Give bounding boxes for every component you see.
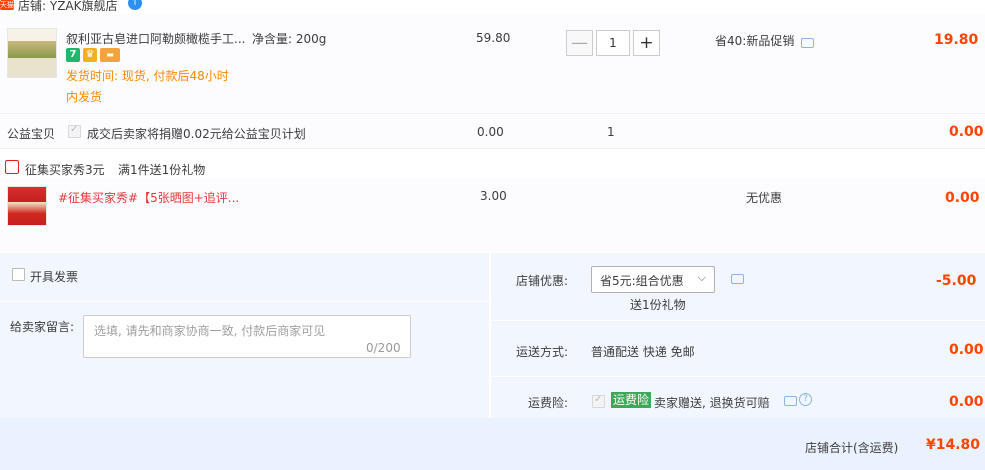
charity-subtotal: 0.00 — [949, 124, 984, 140]
note-placeholder: 选填, 请先和商家协商一致, 付款后商家可见 — [94, 324, 326, 338]
seller-note-textarea[interactable]: 选填, 请先和商家协商一致, 付款后商家可见 — [83, 315, 411, 358]
charity-checkbox[interactable] — [68, 124, 81, 138]
credit-card-icon: ▬ — [100, 48, 120, 62]
invoice-checkbox[interactable] — [12, 268, 25, 281]
insurance-badge-wrap: 运费险 — [611, 392, 652, 408]
item-subtotal: 19.80 — [934, 32, 979, 48]
gift-promo-detail: 满1件送1份礼物 — [118, 163, 206, 177]
gift-item-price: 3.00 — [480, 189, 507, 203]
gift-item-promo: 无优惠 — [746, 191, 783, 205]
discount-divider — [491, 320, 985, 321]
shipping-label: 运送方式: — [516, 345, 569, 359]
note-label: 给卖家留言: — [10, 320, 75, 334]
gift-item-title[interactable]: #征集买家秀#【5张晒图+追评... — [58, 189, 239, 206]
tmall-badge: 天猫 — [0, 0, 14, 10]
invoice-divider — [0, 301, 489, 302]
shop-total-label: 店铺合计(含运费) — [805, 441, 899, 455]
quantity-increase-button[interactable]: + — [633, 30, 660, 56]
shipping-divider — [491, 376, 985, 377]
gift-promo-title: 征集买家秀3元 — [25, 163, 105, 177]
help-icon[interactable]: ? — [799, 393, 812, 406]
insurance-value: 0.00 — [949, 394, 984, 410]
delivery-time-line1: 发货时间: 现货, 付款后48小时 — [66, 69, 229, 83]
insurance-checkbox[interactable] — [592, 394, 605, 408]
insurance-message-icon[interactable] — [784, 396, 797, 406]
insurance-text: 卖家赠送, 退换货可赔 — [654, 396, 770, 410]
chevron-down-icon: ⌵ — [697, 271, 706, 284]
item-title[interactable]: 叙利亚古皂进口阿勒颇橄榄手工... — [66, 30, 245, 47]
quantity-stepper: — 1 + — [566, 30, 662, 57]
item-row — [0, 14, 985, 114]
gift-item-subtotal: 0.00 — [945, 190, 980, 206]
shipping-method: 普通配送 快递 免邮 — [591, 345, 695, 359]
invoice-label[interactable]: 开具发票 — [30, 268, 78, 285]
item-unit-price: 59.80 — [476, 31, 511, 45]
charity-label: 公益宝贝 — [7, 127, 56, 141]
guarantee-icon: ♛ — [83, 48, 97, 62]
quantity-decrease-button[interactable]: — — [566, 30, 593, 56]
charity-text: 成交后卖家将捐赠0.02元给公益宝贝计划 — [87, 127, 306, 141]
charity-price: 0.00 — [477, 125, 504, 139]
shop-discount-value: -5.00 — [936, 273, 977, 289]
insurance-label: 运费险: — [528, 396, 569, 410]
shop-header — [0, 0, 985, 14]
note-counter: 0/200 — [366, 341, 401, 355]
shop-discount-sub: 送1份礼物 — [630, 298, 686, 312]
delivery-time-line2: 内发货 — [66, 90, 103, 104]
item-spec: 净含量: 200g — [252, 32, 327, 46]
shop-total-value: ¥14.80 — [926, 437, 981, 453]
gift-icon — [5, 160, 19, 174]
insurance-badge: 运费险 — [611, 392, 652, 408]
shop-name[interactable]: 店铺: YZAK旗舰店 — [18, 0, 118, 14]
panel-divider — [489, 253, 491, 418]
shipping-value: 0.00 — [949, 342, 984, 358]
shop-discount-selected: 省5元:组合优惠 — [600, 274, 684, 288]
shop-discount-select[interactable]: 省5元:组合优惠 ⌵ — [591, 266, 715, 293]
item-thumbnail[interactable] — [7, 28, 57, 78]
item-service-icons: 7 ♛ ▬ — [66, 48, 120, 64]
charity-quantity: 1 — [607, 125, 615, 139]
seven-day-return-icon: 7 — [66, 48, 80, 62]
shop-discount-label: 店铺优惠: — [516, 274, 569, 288]
gift-item-thumbnail[interactable] — [7, 186, 47, 226]
item-promo: 省40:新品促销 — [715, 34, 795, 48]
promo-message-icon[interactable] — [801, 38, 814, 48]
discount-message-icon[interactable] — [731, 274, 744, 284]
quantity-input[interactable]: 1 — [596, 30, 630, 56]
